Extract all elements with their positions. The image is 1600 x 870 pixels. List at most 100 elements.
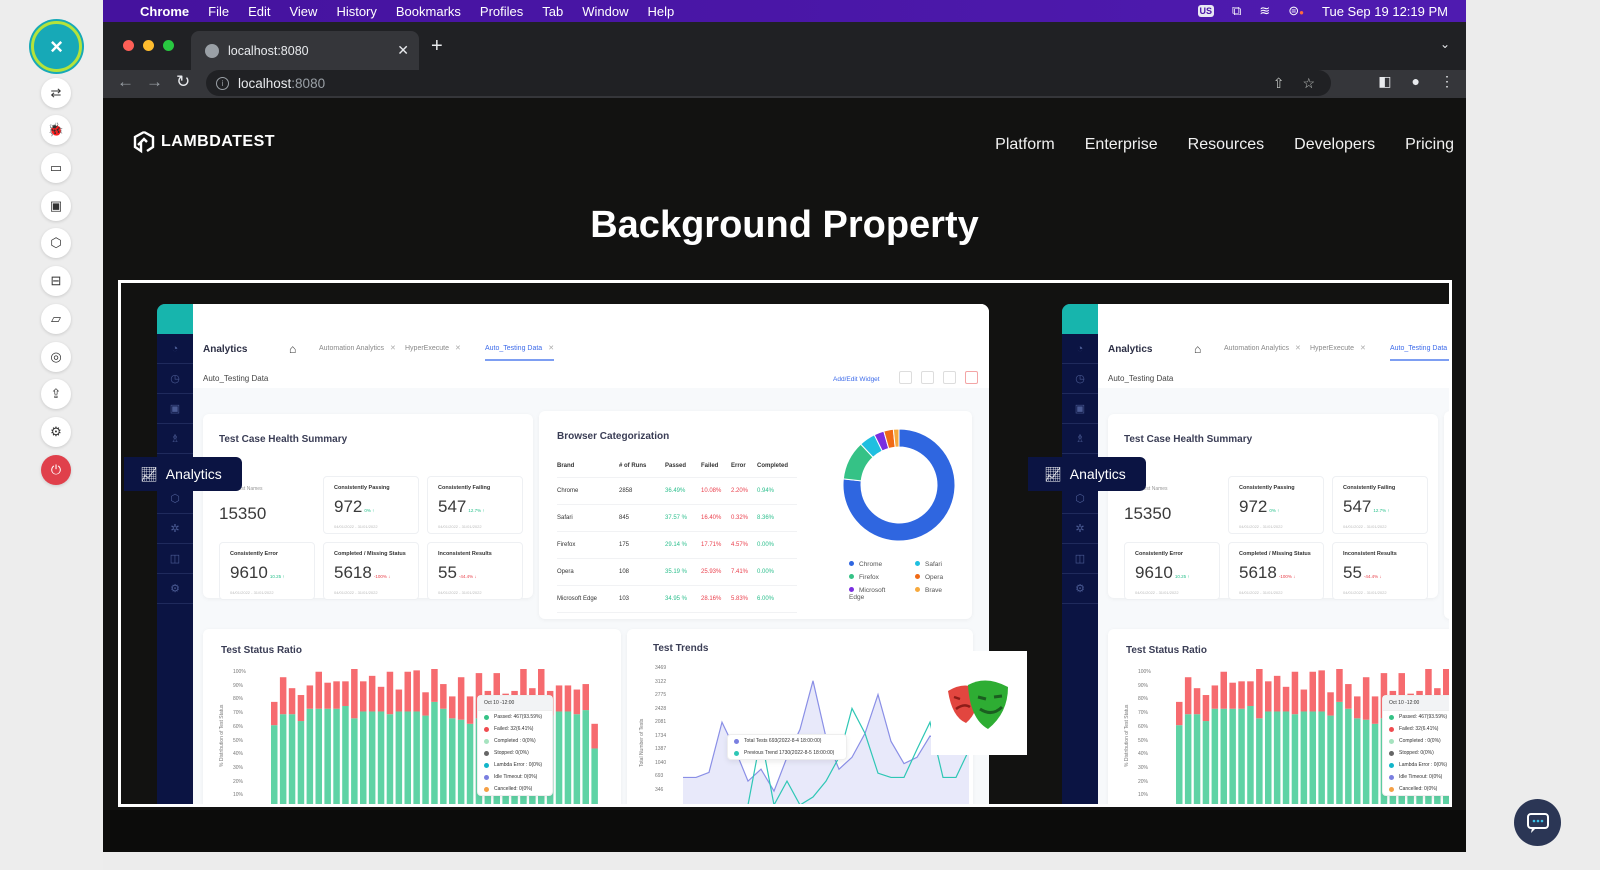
input-source-icon[interactable]: US — [1197, 5, 1215, 17]
bar-passed — [1184, 714, 1192, 804]
y-tick: 2775 — [655, 692, 667, 698]
nav-resources[interactable]: Resources — [1188, 136, 1264, 154]
legend-dot — [915, 587, 920, 592]
table-cell: 845 — [619, 504, 665, 532]
unique-value: 15350 — [1124, 504, 1172, 523]
bug-tool-button[interactable]: 🐞 — [41, 115, 71, 145]
nav-developers[interactable]: Developers — [1294, 136, 1375, 154]
dashboard-title: Analytics — [1108, 344, 1153, 355]
video-camera-tool-button[interactable]: ▭ — [41, 153, 71, 183]
menu-app[interactable]: Chrome — [140, 4, 189, 19]
tooltip-dot — [484, 786, 489, 792]
kpi-card: Consistently Failing 547 12.7% ↑ 04/01/2022… — [427, 476, 523, 534]
nav-platform[interactable]: Platform — [995, 136, 1055, 154]
address-bar[interactable]: i localhost:8080 ⇧ ☆ — [206, 70, 1331, 96]
share-icon[interactable]: ⇧ — [1273, 75, 1285, 92]
tooltip-dot — [484, 726, 489, 732]
kpi-value: 547 12.7% ↑ — [438, 497, 485, 516]
bar-passed — [555, 711, 563, 804]
back-arrow-icon[interactable]: ← — [117, 72, 134, 92]
close-session-button[interactable]: × — [31, 21, 82, 72]
lambdatest-logo[interactable]: LAMBDATEST — [133, 130, 275, 154]
screen-mirroring-icon[interactable]: ⧉ — [1232, 3, 1241, 19]
kpi-card: Completed / Missing Status 5618 -100% ↓ 04/… — [1228, 542, 1324, 600]
kpi-range: 04/01/2022 - 31/01/2022 — [230, 590, 274, 595]
chat-support-button[interactable] — [1514, 799, 1561, 846]
bar-passed — [449, 718, 456, 804]
menu-window[interactable]: Window — [582, 4, 628, 19]
tab-search-chevron-icon[interactable]: ⌄ — [1440, 37, 1450, 51]
legend-dot — [915, 574, 920, 579]
nav-enterprise[interactable]: Enterprise — [1085, 136, 1158, 154]
bar-failed — [1211, 685, 1219, 709]
close-tab-icon[interactable]: ✕ — [397, 42, 409, 59]
dashboard-nav-icon: ⚙ — [157, 574, 193, 604]
status-tooltip: Oct 10 -12:00 Passed: 467(93.59%) Failed: … — [477, 695, 553, 796]
wifi-off-icon[interactable]: ≋ — [1259, 3, 1270, 19]
control-center-icon[interactable]: ⊜● — [1288, 3, 1304, 19]
lambdatest-logo-icon — [133, 130, 155, 154]
screenshot-gallery-tool-button[interactable]: ▣ — [41, 191, 71, 221]
dashboard-header: Analytics ⌂ Automation Analytics ✕ HyperExec… — [1098, 304, 1449, 388]
nav-pricing[interactable]: Pricing — [1405, 136, 1454, 154]
dashboard-tab: Automation Analytics ✕ — [1224, 345, 1301, 352]
dashboard-sidebar: ◔◷▣♗▦⬡✲◫⚙ — [1062, 304, 1098, 804]
bar-failed — [1238, 681, 1245, 709]
kpi-delta: 0% ↑ — [1269, 508, 1280, 513]
folder-tool-button[interactable]: ▱ — [41, 304, 71, 334]
reload-icon[interactable]: ↻ — [176, 72, 190, 92]
chrome-menu-icon[interactable]: ⋮ — [1440, 73, 1454, 90]
kpi-range: 04/01/2022 - 31/01/2022 — [334, 590, 378, 595]
kpi-delta: 10.25 ↑ — [1174, 574, 1190, 579]
side-panel-icon[interactable]: ◧ — [1378, 73, 1391, 90]
cube-tool-button[interactable]: ⬡ — [41, 228, 71, 258]
tooltip-dot — [484, 774, 489, 780]
browser-tab[interactable]: localhost:8080 ✕ — [191, 31, 419, 70]
menu-view[interactable]: View — [289, 4, 317, 19]
trends-tooltip: Total Tests 693(2022-8-4 18:00:00) Previo… — [727, 734, 847, 760]
maximize-window-button[interactable] — [163, 40, 174, 51]
menu-file[interactable]: File — [208, 4, 229, 19]
new-tab-button[interactable]: + — [431, 35, 443, 58]
menu-profiles[interactable]: Profiles — [480, 4, 523, 19]
bar-failed — [564, 685, 572, 712]
kpi-label: Consistently Failing — [1343, 485, 1396, 491]
site-info-icon[interactable]: i — [216, 76, 229, 90]
bar-passed — [1247, 705, 1254, 804]
location-pin-tool-button[interactable]: ◎ — [41, 342, 71, 372]
kpi-range: 04/01/2022 - 31/01/2022 — [1343, 590, 1387, 595]
kpi-card: Consistently Error 9610 10.25 ↑ 04/01/2022 … — [1124, 542, 1220, 600]
legend-dot — [915, 561, 920, 566]
dashboard-nav-icon: ◔ — [1062, 334, 1098, 364]
resolution-monitor-tool-button[interactable]: ⊟ — [41, 266, 71, 296]
menu-edit[interactable]: Edit — [248, 4, 270, 19]
menu-bookmarks[interactable]: Bookmarks — [396, 4, 461, 19]
y-tick: 10% — [233, 792, 244, 799]
bar-passed — [1193, 714, 1201, 804]
upload-tool-button[interactable]: ⇪ — [41, 379, 71, 409]
minimize-window-button[interactable] — [143, 40, 154, 51]
legend-item: Chrome — [849, 561, 909, 568]
network-throttle-tool-button[interactable]: ⇄ — [41, 78, 71, 108]
menu-history[interactable]: History — [336, 4, 376, 19]
widget-action-icon — [899, 371, 912, 384]
menu-tab[interactable]: Tab — [542, 4, 563, 19]
trends-title: Test Trends — [653, 643, 709, 654]
close-icon: ✕ — [1294, 345, 1301, 352]
profile-icon[interactable]: ● — [1412, 73, 1420, 90]
forward-arrow-icon[interactable]: → — [146, 72, 163, 92]
close-window-button[interactable] — [123, 40, 134, 51]
menubar-clock[interactable]: Tue Sep 19 12:19 PM — [1322, 4, 1448, 19]
kpi-value: 5618 -100% ↓ — [1239, 563, 1296, 582]
y-tick: 70% — [1138, 710, 1149, 717]
tooltip-dot — [1389, 750, 1394, 756]
dashboard-logo — [157, 304, 193, 334]
menu-help[interactable]: Help — [648, 4, 675, 19]
y-tick: 2081 — [655, 719, 667, 725]
bar-passed — [591, 748, 598, 804]
column-header: Error — [731, 455, 757, 478]
kpi-card: Consistently Error 9610 10.25 ↑ 04/01/2022 … — [219, 542, 315, 600]
bookmark-star-icon[interactable]: ☆ — [1302, 75, 1315, 92]
settings-gear-tool-button[interactable]: ⚙ — [41, 417, 71, 447]
power-tool-button[interactable]: ⏻ — [41, 455, 71, 485]
